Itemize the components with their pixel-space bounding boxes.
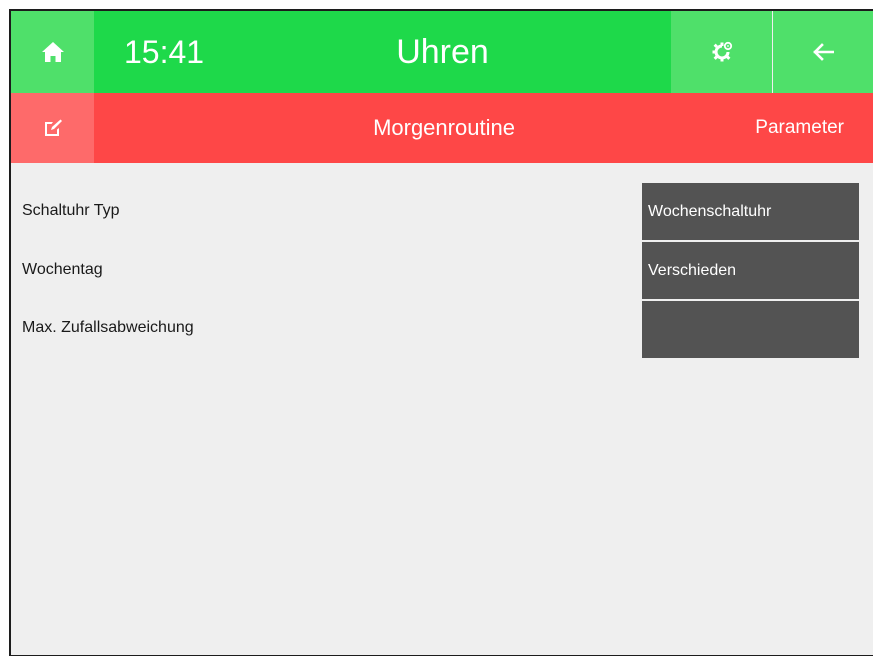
value-max-zufallsabweichung[interactable] [642,301,859,358]
label-max-zufallsabweichung: Max. Zufallsabweichung [22,319,194,336]
value-text: Verschieden [648,261,737,279]
label-wochentag: Wochentag [22,261,103,278]
sub-header-main: Morgenroutine Parameter [94,93,873,163]
settings-button[interactable] [671,11,772,93]
top-bar: 15:41 Uhren [11,11,873,93]
home-icon [41,41,65,63]
sub-header-bar: Morgenroutine Parameter [11,93,873,163]
tab-parameter[interactable]: Parameter [755,93,844,163]
back-arrow-icon [812,43,834,61]
title-area: 15:41 Uhren [94,11,671,93]
home-button[interactable] [11,11,94,93]
routine-title: Morgenroutine [373,115,515,140]
app-window: 15:41 Uhren Morgenroutine Parameter Scha… [9,9,873,656]
page-title: Uhren [396,33,489,71]
value-wochentag[interactable]: Verschieden [642,242,859,299]
value-text: Wochenschaltuhr [648,202,772,220]
label-schaltuhr-typ: Schaltuhr Typ [22,202,120,219]
edit-button[interactable] [11,93,94,163]
settings-gear-icon [711,41,733,63]
edit-icon [43,118,63,138]
back-button[interactable] [773,11,873,93]
value-schaltuhr-typ[interactable]: Wochenschaltuhr [642,183,859,240]
